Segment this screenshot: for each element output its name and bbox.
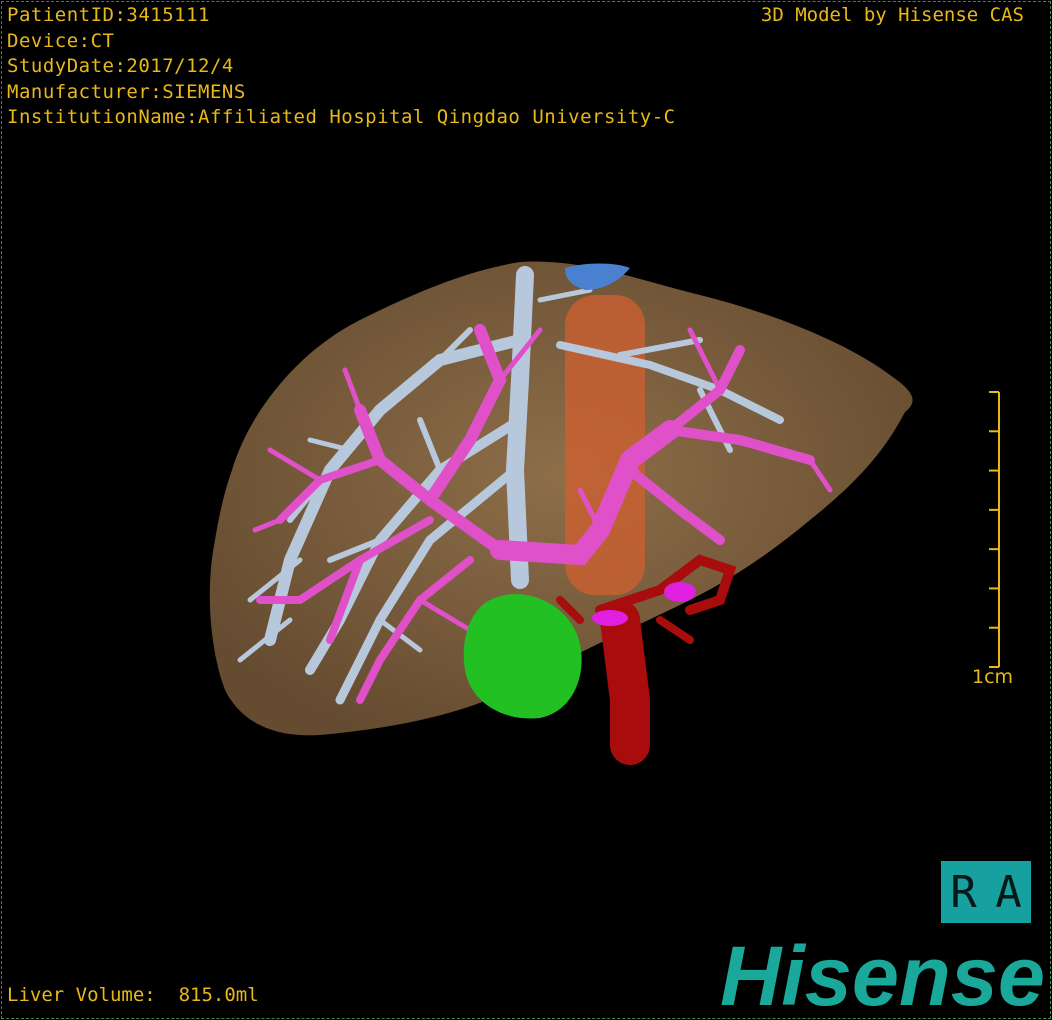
patient-info: PatientID:3415111 Device:CT StudyDate:20… <box>7 3 676 131</box>
portal-bifurcation <box>592 610 628 626</box>
orientation-right: R <box>950 866 977 918</box>
patient-id: PatientID:3415111 <box>7 4 210 26</box>
orientation-indicator[interactable]: R A <box>941 861 1031 923</box>
liver-3d-model[interactable] <box>0 0 1052 1020</box>
orientation-anterior: A <box>995 866 1022 918</box>
manufacturer: Manufacturer:SIEMENS <box>7 80 246 103</box>
3d-viewer[interactable]: PatientID:3415111 Device:CT StudyDate:20… <box>0 0 1052 1020</box>
liver-volume: Liver Volume: 815.0ml <box>7 984 259 1006</box>
study-date: StudyDate:2017/12/4 <box>7 55 234 77</box>
hisense-logo: Hisense <box>720 937 1045 1013</box>
scale-bar-label: 1cm <box>972 666 1014 688</box>
svg-text:Hisense: Hisense <box>720 937 1045 1013</box>
gallbladder-confluence <box>664 582 696 602</box>
model-credit: 3D Model by Hisense CAS <box>760 4 1024 26</box>
device: Device:CT <box>7 29 115 52</box>
scale-bar <box>989 391 1000 668</box>
institution-name: InstitutionName:Affiliated Hospital Qing… <box>7 106 676 128</box>
